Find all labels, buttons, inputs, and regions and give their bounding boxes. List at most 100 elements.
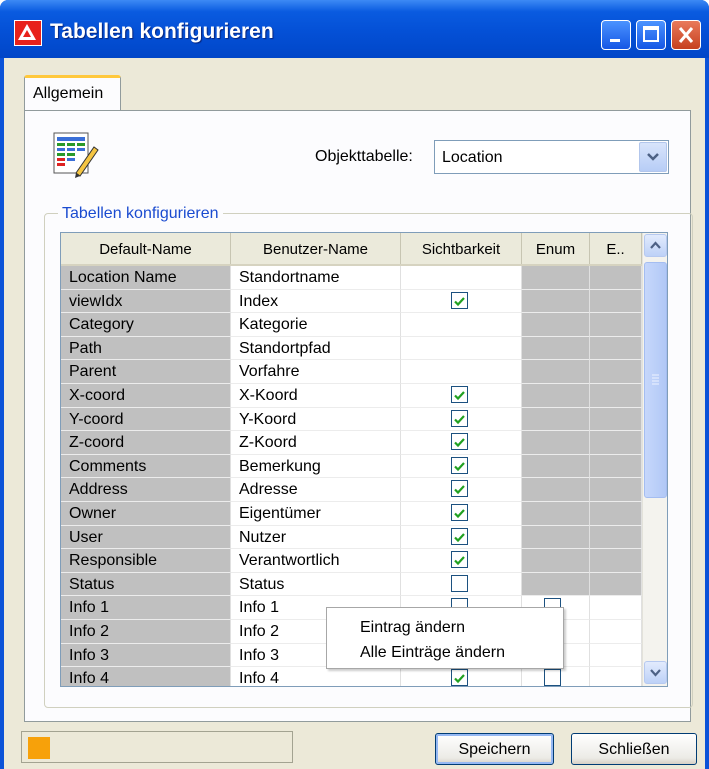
- enum-cell: [522, 454, 590, 479]
- default-name-cell: Y-coord: [61, 407, 231, 432]
- visibility-cell: [401, 336, 522, 361]
- table-row[interactable]: Y-coord Y-Koord: [61, 407, 642, 432]
- user-name-cell[interactable]: Info 4: [231, 667, 401, 686]
- maximize-button[interactable]: [636, 20, 666, 50]
- visibility-checkbox[interactable]: [451, 527, 468, 545]
- visibility-cell: [401, 384, 522, 408]
- column-header-enum[interactable]: Enum: [522, 233, 590, 264]
- enum-cell: [522, 360, 590, 384]
- visibility-checkbox[interactable]: [451, 433, 468, 451]
- table-row[interactable]: Status Status: [61, 572, 642, 597]
- title-bar[interactable]: Tabellen konfigurieren: [0, 0, 709, 58]
- table-row[interactable]: Address Adresse: [61, 478, 642, 502]
- visibility-cell: [401, 266, 522, 290]
- visibility-checkbox[interactable]: [451, 409, 468, 427]
- checkmark-icon: [454, 532, 465, 542]
- e-cell: [590, 336, 642, 361]
- minimize-button[interactable]: [601, 20, 631, 50]
- table-row[interactable]: Path Standortpfad: [61, 336, 642, 361]
- visibility-checkbox[interactable]: [451, 456, 468, 474]
- table-row[interactable]: Responsible Verantwortlich: [61, 549, 642, 573]
- table-row[interactable]: Parent Vorfahre: [61, 360, 642, 384]
- table-row[interactable]: Z-coord Z-Koord: [61, 431, 642, 455]
- visibility-checkbox[interactable]: [451, 291, 468, 309]
- user-name-cell[interactable]: Status: [231, 572, 401, 597]
- default-name-cell: viewIdx: [61, 289, 231, 314]
- visibility-checkbox[interactable]: [451, 504, 468, 521]
- column-header-default-name[interactable]: Default-Name: [61, 233, 231, 264]
- tab-allgemein[interactable]: Allgemein: [24, 75, 121, 111]
- user-name-cell[interactable]: Eigentümer: [231, 502, 401, 526]
- user-name-cell[interactable]: Y-Koord: [231, 407, 401, 432]
- user-name-cell[interactable]: Z-Koord: [231, 431, 401, 455]
- user-name-cell[interactable]: Adresse: [231, 478, 401, 502]
- close-window-button[interactable]: [671, 20, 701, 50]
- context-menu: Eintrag ändern Alle Einträge ändern: [326, 607, 564, 669]
- user-name-cell[interactable]: Vorfahre: [231, 360, 401, 384]
- status-indicator: [28, 737, 50, 759]
- default-name-cell: Location Name: [61, 266, 231, 290]
- table-row[interactable]: Category Kategorie: [61, 313, 642, 337]
- dialog-window: Tabellen konfigurieren Allgemein Objektt…: [0, 0, 709, 769]
- objekttabelle-select[interactable]: Location: [434, 140, 669, 174]
- chevron-down-icon: [650, 669, 661, 677]
- table-row[interactable]: viewIdx Index: [61, 289, 642, 314]
- default-name-cell: User: [61, 525, 231, 550]
- checkmark-icon: [454, 509, 465, 519]
- visibility-checkbox[interactable]: [451, 551, 468, 569]
- close-button[interactable]: Schließen: [571, 733, 697, 765]
- enum-checkbox[interactable]: [544, 669, 561, 686]
- vertical-scrollbar[interactable]: [642, 233, 667, 686]
- user-name-cell[interactable]: X-Koord: [231, 384, 401, 408]
- table-row[interactable]: Location Name Standortname: [61, 266, 642, 290]
- visibility-checkbox[interactable]: [451, 480, 468, 498]
- visibility-cell: [401, 289, 522, 314]
- enum-cell: [522, 313, 590, 337]
- user-name-cell[interactable]: Verantwortlich: [231, 549, 401, 573]
- chevron-up-icon: [650, 241, 661, 249]
- enum-cell: [522, 478, 590, 502]
- column-header-visibility[interactable]: Sichtbarkeit: [401, 233, 522, 264]
- enum-cell: [522, 384, 590, 408]
- user-name-cell[interactable]: Nutzer: [231, 525, 401, 550]
- checkmark-icon: [454, 296, 465, 306]
- e-cell: [590, 643, 642, 668]
- checkmark-icon: [454, 391, 465, 401]
- e-cell: [590, 454, 642, 479]
- table-row[interactable]: Info 4 Info 4: [61, 667, 642, 686]
- user-name-cell[interactable]: Standortpfad: [231, 336, 401, 361]
- table-document-icon: [52, 131, 100, 184]
- e-cell: [590, 596, 642, 620]
- user-name-cell[interactable]: Index: [231, 289, 401, 314]
- scroll-thumb[interactable]: [644, 262, 667, 498]
- enum-cell: [522, 266, 590, 290]
- user-name-cell[interactable]: Standortname: [231, 266, 401, 290]
- dropdown-button[interactable]: [639, 142, 667, 172]
- table-row[interactable]: User Nutzer: [61, 525, 642, 550]
- table-row[interactable]: Comments Bemerkung: [61, 454, 642, 479]
- chevron-down-icon: [647, 153, 659, 161]
- menu-item-edit-entry[interactable]: Eintrag ändern: [360, 619, 465, 637]
- group-title: Tabellen konfigurieren: [58, 205, 223, 223]
- visibility-checkbox[interactable]: [451, 574, 468, 592]
- scroll-down-button[interactable]: [644, 661, 667, 684]
- enum-cell: [522, 431, 590, 455]
- default-name-cell: Comments: [61, 454, 231, 479]
- menu-item-edit-all-entries[interactable]: Alle Einträge ändern: [360, 644, 505, 662]
- e-cell: [590, 384, 642, 408]
- status-area: [21, 731, 293, 763]
- table-row[interactable]: Owner Eigentümer: [61, 502, 642, 526]
- table-row[interactable]: X-coord X-Koord: [61, 384, 642, 408]
- visibility-checkbox[interactable]: [451, 669, 468, 686]
- visibility-checkbox[interactable]: [451, 386, 468, 403]
- column-header-user-name[interactable]: Benutzer-Name: [231, 233, 401, 264]
- save-button[interactable]: Speichern: [435, 733, 554, 765]
- user-name-cell[interactable]: Bemerkung: [231, 454, 401, 479]
- enum-cell: [522, 549, 590, 573]
- user-name-cell[interactable]: Kategorie: [231, 313, 401, 337]
- objekttabelle-label: Objekttabelle:: [315, 148, 413, 165]
- scroll-up-button[interactable]: [644, 234, 667, 257]
- visibility-cell: [401, 667, 522, 686]
- default-name-cell: Info 4: [61, 667, 231, 686]
- column-header-e[interactable]: E..: [590, 233, 642, 264]
